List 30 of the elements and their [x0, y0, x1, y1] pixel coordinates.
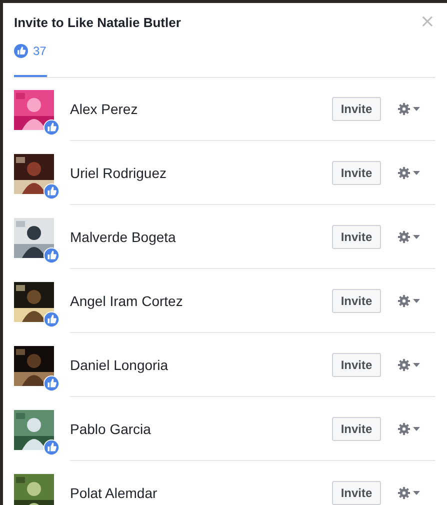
- settings-button[interactable]: [397, 100, 423, 116]
- person-name: Daniel Longoria: [70, 356, 170, 372]
- person-name: Malverde Bogeta: [70, 228, 177, 244]
- invite-button[interactable]: Invite: [332, 224, 381, 248]
- person-name: Polat Alemdar: [70, 484, 158, 500]
- likes-tab[interactable]: 37: [14, 41, 47, 77]
- like-icon: [14, 44, 28, 58]
- person-name: Uriel Rodriguez: [70, 164, 168, 180]
- like-badge-icon: [43, 247, 60, 264]
- invite-button[interactable]: Invite: [332, 288, 381, 312]
- person-name: Angel Iram Cortez: [70, 292, 184, 308]
- settings-button[interactable]: [397, 292, 423, 308]
- settings-button[interactable]: [397, 484, 423, 500]
- like-badge-icon: [43, 375, 60, 392]
- settings-button[interactable]: [397, 420, 423, 436]
- settings-button[interactable]: [397, 164, 423, 180]
- settings-button[interactable]: [397, 228, 423, 244]
- person-name: Pablo Garcia: [70, 420, 152, 436]
- invite-button[interactable]: Invite: [332, 160, 381, 184]
- like-badge-icon: [43, 183, 60, 200]
- invite-button[interactable]: Invite: [332, 96, 381, 120]
- invite-button[interactable]: Invite: [332, 416, 381, 440]
- settings-button[interactable]: [397, 356, 423, 372]
- like-badge-icon: [43, 119, 60, 136]
- invite-button[interactable]: Invite: [332, 480, 381, 504]
- invite-button[interactable]: Invite: [332, 352, 381, 376]
- like-badge-icon: [43, 311, 60, 328]
- dialog-title: Invite to Like Natalie Butler: [14, 14, 181, 30]
- person-name: Alex Perez: [70, 100, 139, 116]
- like-badge-icon: [43, 439, 60, 456]
